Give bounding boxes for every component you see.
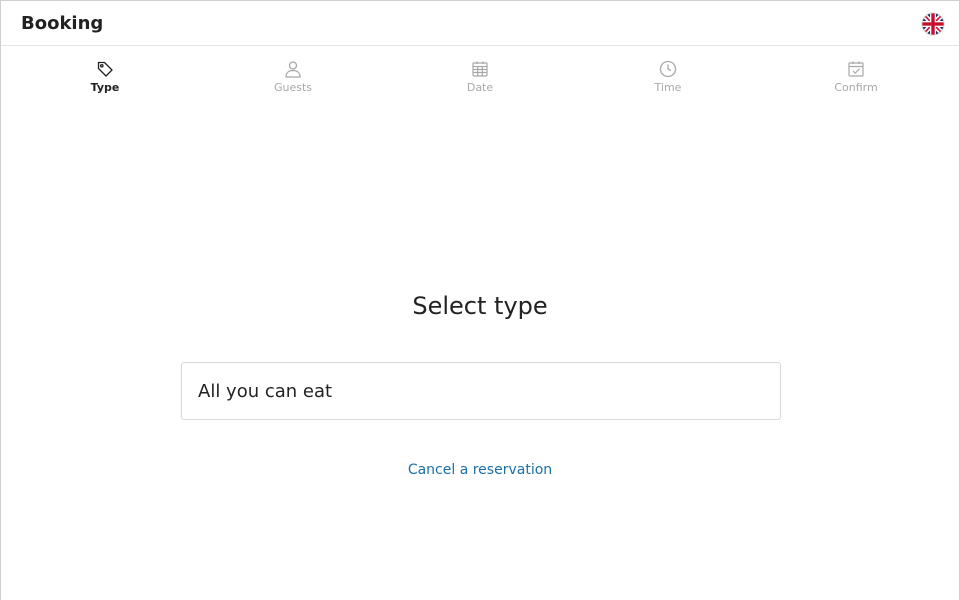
type-option-button[interactable]: All you can eat — [181, 362, 781, 420]
calendar-check-icon — [796, 60, 916, 78]
calendar-icon — [420, 60, 540, 78]
tag-icon — [45, 60, 165, 78]
page-title: Booking — [21, 13, 104, 34]
uk-flag-icon[interactable] — [921, 12, 945, 36]
step-confirm-label: Confirm — [834, 81, 878, 94]
step-guests[interactable]: Guests — [233, 60, 353, 95]
step-time-label: Time — [654, 81, 682, 94]
step-confirm[interactable]: Confirm — [796, 60, 916, 95]
step-date[interactable]: Date — [420, 60, 540, 95]
step-date-label: Date — [466, 81, 494, 94]
step-type-label: Type — [90, 81, 120, 94]
step-type[interactable]: Type — [45, 60, 165, 95]
step-navigation: Type Guests Date Time Confirm — [1, 46, 959, 106]
booking-widget: Booking Type Guests Date Time Confirm Se… — [0, 0, 960, 600]
header: Booking — [1, 1, 959, 46]
clock-icon — [608, 60, 728, 78]
step-guests-label: Guests — [273, 81, 313, 94]
user-icon — [233, 60, 353, 78]
step-time[interactable]: Time — [608, 60, 728, 95]
select-type-heading: Select type — [412, 292, 548, 320]
type-option-label: All you can eat — [198, 380, 333, 402]
cancel-reservation-link[interactable]: Cancel a reservation — [1, 461, 959, 479]
